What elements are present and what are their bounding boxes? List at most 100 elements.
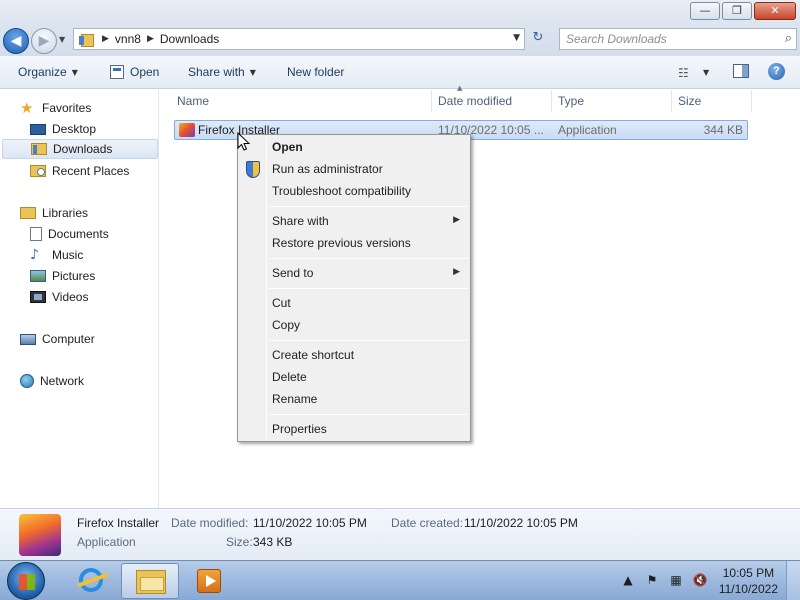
breadcrumb-separator-icon[interactable]: ▶ <box>102 34 109 44</box>
nav-downloads[interactable]: Downloads <box>2 139 158 159</box>
share-with-button[interactable]: Share with ▼ <box>188 65 256 79</box>
breadcrumb-vnn8[interactable]: vnn8 <box>115 32 141 46</box>
nav-music[interactable]: ♪ Music <box>30 245 83 265</box>
menu-item-troubleshoot-compatibility[interactable]: Troubleshoot compatibility <box>272 181 411 201</box>
menu-separator <box>269 288 468 289</box>
nav-libraries[interactable]: Libraries <box>20 203 88 223</box>
clock[interactable]: 10:05 PM 11/10/2022 <box>719 565 778 597</box>
menu-separator <box>269 414 468 415</box>
details-size-label: Size: <box>226 535 253 549</box>
menu-item-send-to[interactable]: Send to <box>272 263 468 283</box>
nav-label: Pictures <box>52 269 96 283</box>
chevron-down-icon: ▼ <box>71 67 78 77</box>
volume-muted-icon[interactable]: 🔇 <box>692 573 708 587</box>
pictures-icon <box>30 270 46 282</box>
menu-item-rename[interactable]: Rename <box>272 389 317 409</box>
organize-button[interactable]: Organize ▼ <box>18 65 78 79</box>
nav-documents[interactable]: Documents <box>30 224 109 244</box>
nav-label: Computer <box>42 332 95 346</box>
address-dropdown-icon[interactable]: ▼ <box>513 33 520 43</box>
desktop-icon <box>30 123 46 135</box>
column-header-type[interactable]: Type <box>552 90 672 112</box>
details-date-created-label: Date created: <box>391 516 464 530</box>
system-tray: ▲ ⚑ ▦ 🔇 <box>620 573 708 587</box>
column-header-date-modified[interactable]: Date modified <box>432 90 552 112</box>
back-button[interactable]: ◀ <box>3 28 29 54</box>
nav-recent-places[interactable]: Recent Places <box>30 161 129 181</box>
column-label: Date modified <box>438 94 513 108</box>
details-file-name: Firefox Installer <box>77 516 160 530</box>
show-desktop-button[interactable] <box>786 561 800 600</box>
menu-item-label: Send to <box>272 266 314 280</box>
column-label: Name <box>177 94 210 108</box>
menu-item-run-as-administrator[interactable]: Run as administrator <box>272 159 383 179</box>
computer-icon <box>20 333 36 345</box>
menu-item-restore-previous-versions[interactable]: Restore previous versions <box>272 233 411 253</box>
nav-pictures[interactable]: Pictures <box>30 266 95 286</box>
menu-item-cut[interactable]: Cut <box>272 293 291 313</box>
menu-item-copy[interactable]: Copy <box>272 315 300 335</box>
taskbar-windows-explorer[interactable] <box>121 563 179 599</box>
nav-computer[interactable]: Computer <box>20 329 95 349</box>
file-type: Application <box>558 123 617 137</box>
mouse-cursor-icon <box>237 132 251 151</box>
menu-item-create-shortcut[interactable]: Create shortcut <box>272 345 354 365</box>
breadcrumb-separator-icon[interactable]: ▶ <box>147 34 154 44</box>
start-button[interactable] <box>7 562 45 600</box>
submenu-arrow-icon: ▶ <box>453 267 460 277</box>
menu-item-properties[interactable]: Properties <box>272 419 327 439</box>
maximize-button[interactable]: ❐ <box>722 2 752 20</box>
taskbar-internet-explorer[interactable] <box>60 563 118 599</box>
new-folder-button[interactable]: New folder <box>287 65 344 79</box>
application-icon <box>110 65 124 79</box>
action-center-flag-icon[interactable]: ⚑ <box>644 573 660 587</box>
column-label: Type <box>558 94 585 108</box>
open-button[interactable]: Open <box>110 65 159 79</box>
nav-network[interactable]: Network <box>20 371 84 391</box>
menu-separator <box>269 206 468 207</box>
recent-pages-dropdown[interactable]: ▼ <box>59 35 65 44</box>
nav-favorites[interactable]: ★ Favorites <box>20 98 91 118</box>
nav-desktop[interactable]: Desktop <box>30 119 96 139</box>
recent-places-icon <box>30 165 46 177</box>
media-player-icon <box>197 569 221 593</box>
address-row: ◀ ▶ ▼ ▶ vnn8 ▶ Downloads ▼ ↻ ⌕ <box>0 26 800 56</box>
menu-item-open[interactable]: Open <box>272 137 303 157</box>
search-box[interactable]: ⌕ <box>559 28 797 50</box>
refresh-icon[interactable]: ↻ <box>528 30 548 50</box>
network-status-icon[interactable]: ▦ <box>668 573 684 587</box>
column-header-name[interactable]: Name <box>160 90 432 112</box>
nav-videos[interactable]: Videos <box>30 287 88 307</box>
open-label: Open <box>130 65 160 79</box>
windows-explorer-icon <box>136 570 166 594</box>
nav-label: Libraries <box>42 206 89 220</box>
preview-pane-icon[interactable] <box>733 64 749 78</box>
file-size: 344 KB <box>703 123 743 137</box>
uac-shield-icon <box>245 161 260 178</box>
help-icon[interactable]: ? <box>768 63 785 80</box>
close-button[interactable]: ✕ <box>754 2 796 20</box>
address-bar[interactable]: ▶ vnn8 ▶ Downloads ▼ <box>73 28 525 50</box>
forward-button[interactable]: ▶ <box>31 28 57 54</box>
search-icon[interactable]: ⌕ <box>785 31 792 46</box>
change-view-icon[interactable]: ☷ <box>678 66 689 80</box>
search-input[interactable] <box>560 29 770 49</box>
taskbar-media-player[interactable] <box>182 563 240 599</box>
navigation-pane: ★ Favorites Desktop Downloads Recent Pla… <box>0 90 159 508</box>
menu-item-delete[interactable]: Delete <box>272 367 307 387</box>
minimize-button[interactable]: — <box>690 2 720 20</box>
firefox-icon <box>19 514 61 556</box>
column-header-size[interactable]: Size <box>672 90 752 112</box>
libraries-icon <box>20 207 36 219</box>
nav-label: Downloads <box>53 142 113 156</box>
show-hidden-icons-icon[interactable]: ▲ <box>620 573 636 587</box>
internet-explorer-icon <box>79 568 103 592</box>
clock-time: 10:05 PM <box>722 566 775 580</box>
view-options-dropdown-icon[interactable]: ▼ <box>703 68 709 77</box>
breadcrumb-downloads[interactable]: Downloads <box>160 32 219 46</box>
taskbar: ▲ ⚑ ▦ 🔇 10:05 PM 11/10/2022 <box>0 560 800 600</box>
clock-date: 11/10/2022 <box>718 582 778 596</box>
organize-label: Organize <box>18 65 67 79</box>
nav-label: Recent Places <box>52 164 130 178</box>
menu-item-share-with[interactable]: Share with <box>272 211 468 231</box>
